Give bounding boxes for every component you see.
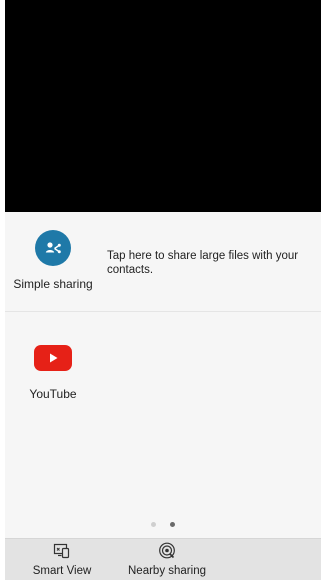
page-dot-1[interactable] [151, 522, 156, 527]
smart-view-icon [53, 543, 70, 559]
app-item-youtube[interactable]: YouTube [8, 340, 98, 401]
divider [5, 311, 321, 312]
nearby-sharing-button[interactable]: Nearby sharing [122, 542, 212, 577]
youtube-icon [34, 345, 72, 371]
share-screen: Simple sharing Tap here to share large f… [5, 0, 321, 580]
media-preview-area [5, 0, 321, 212]
page-dot-2-active[interactable] [170, 522, 175, 527]
nearby-sharing-icon [159, 542, 175, 559]
share-sheet: Simple sharing Tap here to share large f… [5, 212, 321, 580]
smart-view-button[interactable]: Smart View [26, 542, 98, 577]
simple-sharing-label: Simple sharing [13, 277, 93, 291]
share-icon [35, 230, 71, 266]
simple-sharing-hint[interactable]: Tap here to share large files with your … [107, 249, 312, 277]
smart-view-label: Smart View [32, 565, 92, 577]
app-label-youtube: YouTube [29, 387, 77, 401]
page-indicator [5, 522, 321, 528]
bottom-bar: Smart View Nearby sharing [5, 538, 321, 580]
simple-sharing-button[interactable]: Simple sharing [8, 230, 98, 291]
nearby-sharing-label: Nearby sharing [128, 565, 206, 577]
